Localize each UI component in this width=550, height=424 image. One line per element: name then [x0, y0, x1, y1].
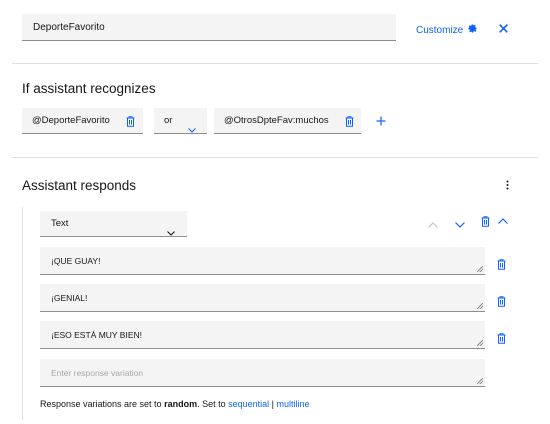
move-down-icon[interactable]: [455, 219, 465, 231]
trash-icon[interactable]: [481, 216, 490, 230]
response-panel: [22, 207, 524, 420]
condition-entity-field[interactable]: @DeporteFavorito: [22, 108, 143, 134]
customize-label: Customize: [416, 24, 464, 36]
footer-mode: random: [164, 399, 198, 409]
response-variation[interactable]: ¡ESO ESTÁ MUY BIEN!: [40, 321, 485, 349]
footer-separator: |: [269, 399, 277, 409]
resize-handle[interactable]: [477, 378, 483, 384]
resize-handle[interactable]: [477, 340, 483, 346]
node-name-input[interactable]: DeporteFavorito: [22, 14, 396, 41]
responses-title: Assistant responds: [22, 178, 137, 193]
variation-text: ¡QUE GUAY!: [51, 256, 101, 266]
resize-handle[interactable]: [477, 303, 483, 309]
variation-text: ¡GENIAL!: [51, 293, 88, 303]
response-type-select[interactable]: Text: [40, 211, 187, 237]
variation-mode-note: Response variations are set to random. S…: [40, 399, 310, 409]
trash-icon[interactable]: [126, 116, 135, 127]
trash-icon[interactable]: [497, 294, 506, 312]
move-up-icon[interactable]: [428, 219, 438, 231]
plus-icon[interactable]: [376, 114, 386, 128]
trash-icon[interactable]: [345, 116, 354, 127]
customize-link[interactable]: Customize: [416, 23, 478, 37]
sequential-link[interactable]: sequential: [228, 399, 269, 409]
trash-icon[interactable]: [497, 331, 506, 349]
condition-entity-value: @OtrosDpteFav:muchos: [224, 115, 329, 126]
chevron-down-icon: [188, 118, 196, 144]
multiline-link[interactable]: multiline: [277, 399, 310, 409]
divider: [12, 63, 538, 64]
collapse-icon[interactable]: [498, 215, 508, 227]
condition-title: If assistant recognizes: [22, 81, 156, 96]
response-type-value: Text: [51, 218, 69, 229]
condition-entity-value: @DeporteFavorito: [32, 115, 110, 126]
close-icon[interactable]: [498, 22, 510, 36]
trash-icon[interactable]: [497, 257, 506, 275]
variation-placeholder: Enter response variation: [51, 368, 144, 378]
overflow-menu-icon[interactable]: [506, 180, 509, 193]
gear-icon: [467, 23, 478, 37]
response-variation[interactable]: ¡QUE GUAY!: [40, 247, 485, 275]
new-variation-input[interactable]: Enter response variation: [40, 359, 485, 387]
operator-value: or: [164, 115, 173, 126]
condition-entity-field[interactable]: @OtrosDpteFav:muchos: [214, 108, 361, 134]
variation-text: ¡ESO ESTÁ MUY BIEN!: [51, 330, 143, 340]
footer-mid: . Set to: [197, 399, 229, 409]
response-variation[interactable]: ¡GENIAL!: [40, 284, 485, 312]
condition-operator-select[interactable]: or: [154, 108, 207, 134]
chevron-down-icon: [167, 221, 175, 247]
resize-handle[interactable]: [477, 266, 483, 272]
divider: [12, 157, 538, 158]
footer-prefix: Response variations are set to: [40, 399, 165, 409]
